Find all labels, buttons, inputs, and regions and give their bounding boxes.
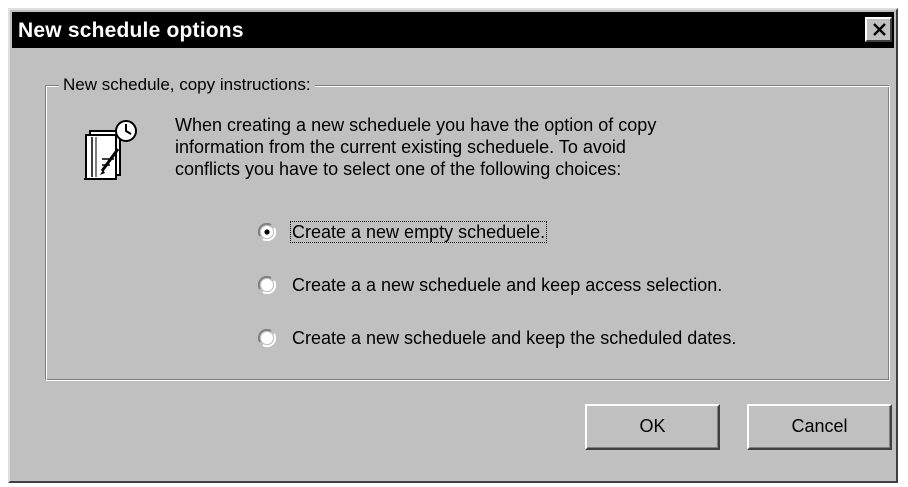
radio-label[interactable]: Create a new empty scheduele. [290, 221, 548, 243]
radio-button-selected[interactable] [258, 223, 276, 241]
instructions-line: conflicts you have to select one of the … [175, 159, 622, 179]
cancel-button[interactable]: Cancel [747, 404, 892, 450]
close-button[interactable] [865, 17, 892, 42]
instructions-line: When creating a new scheduele you have t… [175, 115, 657, 135]
ok-button[interactable]: OK [585, 404, 720, 450]
close-icon [873, 23, 886, 36]
window-title: New schedule options [18, 19, 244, 42]
title-bar[interactable]: New schedule options [12, 12, 894, 48]
radio-label[interactable]: Create a a new scheduele and keep access… [290, 274, 724, 296]
new-schedule-options-dialog: New schedule options New schedule, copy … [8, 8, 898, 483]
radio-label[interactable]: Create a new scheduele and keep the sche… [290, 327, 738, 349]
radio-button[interactable] [258, 329, 276, 347]
radio-button[interactable] [258, 276, 276, 294]
schedule-book-icon [80, 115, 150, 185]
instructions-text: When creating a new scheduele you have t… [175, 114, 815, 180]
instructions-line: information from the current existing sc… [175, 137, 626, 157]
groupbox-legend: New schedule, copy instructions: [59, 74, 315, 96]
